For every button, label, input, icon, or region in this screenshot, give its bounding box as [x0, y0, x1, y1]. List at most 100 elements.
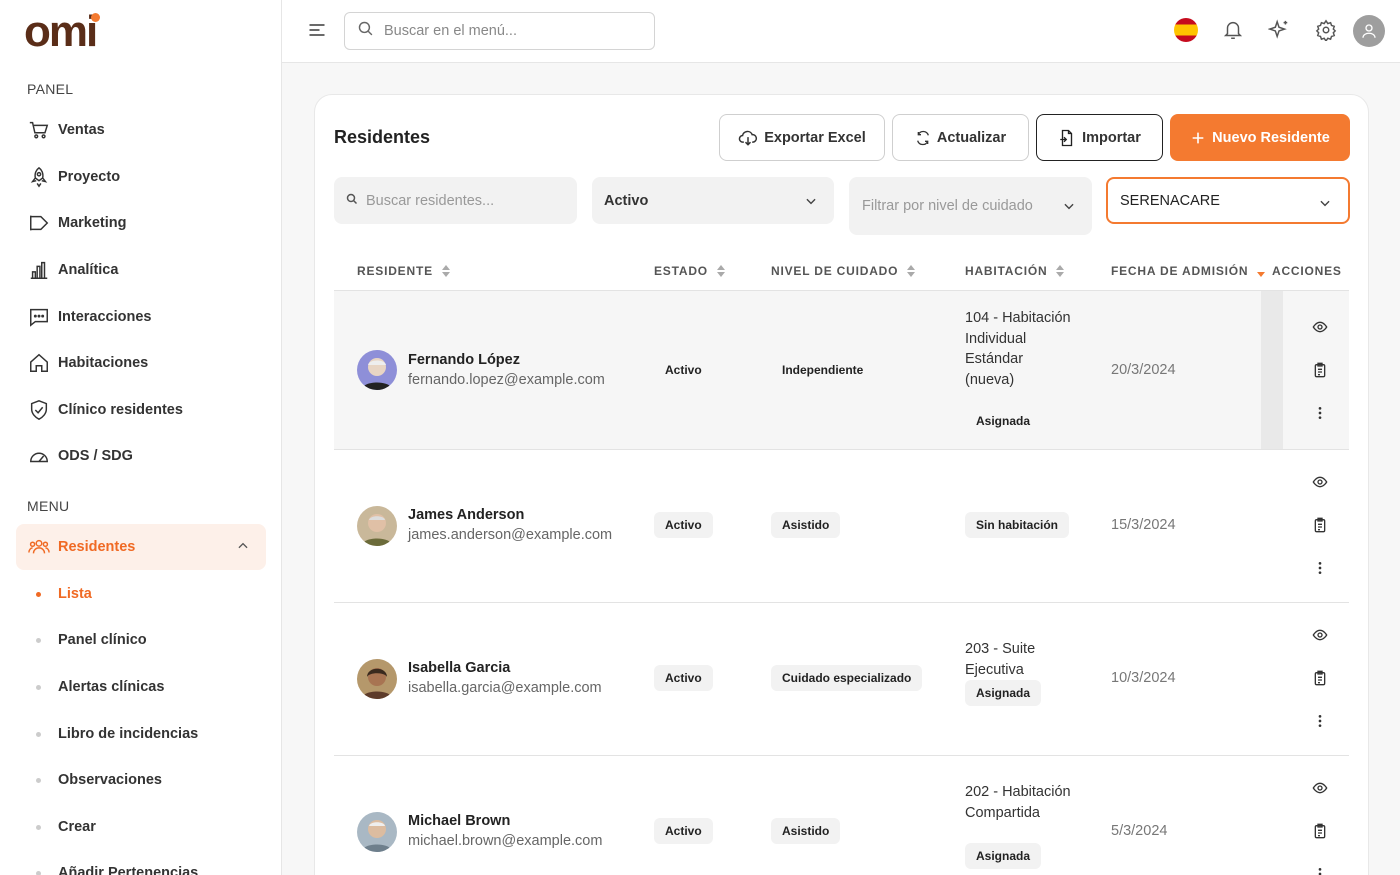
sidebar-item-proyecto[interactable]: Proyecto: [16, 154, 266, 200]
sidebar-subitem-label: Añadir Pertenencias: [58, 865, 199, 875]
clipboard-icon[interactable]: [1309, 359, 1331, 381]
logo-dot: [91, 13, 100, 22]
table-row[interactable]: Fernando López fernando.lopez@example.co…: [334, 291, 1349, 450]
resident-email: fernando.lopez@example.com: [408, 372, 605, 388]
hamburger-menu-icon[interactable]: [307, 20, 327, 45]
sidebar-item-label: Analítica: [58, 262, 119, 278]
eye-icon[interactable]: [1309, 624, 1331, 646]
avatar: [357, 350, 397, 390]
column-header-label: ESTADO: [654, 264, 708, 278]
topbar: [282, 0, 1400, 63]
bullet-icon: [36, 591, 41, 597]
column-header-admission-date[interactable]: FECHA DE ADMISIÓN: [1111, 264, 1266, 278]
sidebar-subitem-lista[interactable]: Lista: [16, 574, 266, 614]
gear-icon[interactable]: [1312, 16, 1340, 44]
sort-icon: [716, 265, 726, 277]
language-flag-icon[interactable]: [1172, 16, 1200, 44]
sidebar-subitem-label: Libro de incidencias: [58, 726, 199, 742]
column-header-status[interactable]: ESTADO: [654, 264, 726, 278]
care-level-badge: Cuidado especializado: [771, 665, 923, 691]
clipboard-icon[interactable]: [1309, 514, 1331, 536]
column-header-resident[interactable]: RESIDENTE: [357, 264, 451, 278]
import-button[interactable]: Importar: [1036, 114, 1163, 161]
care-level-badge: Asistido: [771, 818, 841, 844]
more-vertical-icon[interactable]: [1309, 710, 1331, 732]
status-filter-select[interactable]: Activo: [592, 177, 834, 224]
table-row[interactable]: Isabella Garcia isabella.garcia@example.…: [334, 603, 1349, 756]
scroll-shade: [1261, 291, 1283, 449]
resident-name[interactable]: Fernando López: [408, 352, 520, 368]
sidebar-item-label: Habitaciones: [58, 355, 149, 371]
status-badge: Activo: [654, 512, 713, 538]
more-vertical-icon[interactable]: [1309, 402, 1331, 424]
sidebar-item-interacciones[interactable]: Interacciones: [16, 294, 266, 340]
sidebar-subitem-alertas-clinicas[interactable]: Alertas clínicas: [16, 667, 266, 707]
sidebar-item-ventas[interactable]: Ventas: [16, 107, 266, 153]
sidebar-subitem-panel-clinico[interactable]: Panel clínico: [16, 620, 266, 660]
section-label-panel: PANEL: [27, 81, 74, 97]
table-row[interactable]: James Anderson james.anderson@example.co…: [334, 450, 1349, 603]
clipboard-icon[interactable]: [1309, 667, 1331, 689]
eye-icon[interactable]: [1309, 316, 1331, 338]
room-name: 203 - Suite Ejecutiva: [965, 641, 1036, 678]
residents-card: Residentes Exportar Excel Actualizar Imp…: [314, 94, 1369, 875]
resident-name[interactable]: James Anderson: [408, 507, 524, 523]
menu-search[interactable]: [344, 12, 655, 50]
refresh-icon: [915, 130, 931, 146]
more-vertical-icon[interactable]: [1309, 863, 1331, 875]
cart-icon: [28, 119, 50, 141]
file-import-icon: [1058, 129, 1076, 147]
status-badge: Activo: [654, 665, 713, 691]
sidebar-subitem-libro-incidencias[interactable]: Libro de incidencias: [16, 714, 266, 754]
resident-search-input[interactable]: [366, 192, 566, 209]
room-name: 202 - Habitación Compartida: [965, 784, 1071, 821]
sidebar-item-residentes[interactable]: Residentes: [16, 524, 266, 570]
column-header-care-level[interactable]: NIVEL DE CUIDADO: [771, 264, 916, 278]
sort-icon: [906, 265, 916, 277]
resident-email: isabella.garcia@example.com: [408, 680, 602, 696]
chevron-down-icon: [804, 194, 818, 212]
sidebar-item-habitaciones[interactable]: Habitaciones: [16, 340, 266, 386]
export-excel-label: Exportar Excel: [764, 129, 866, 146]
resident-name[interactable]: Michael Brown: [408, 813, 510, 829]
eye-icon[interactable]: [1309, 777, 1331, 799]
sidebar-subitem-anadir-pertenencias[interactable]: Añadir Pertenencias: [16, 853, 266, 875]
more-vertical-icon[interactable]: [1309, 557, 1331, 579]
column-header-room[interactable]: HABITACIÓN: [965, 264, 1065, 278]
status-badge: Activo: [665, 363, 702, 377]
table-row[interactable]: Michael Brown michael.brown@example.com …: [334, 756, 1349, 875]
eye-icon[interactable]: [1309, 471, 1331, 493]
resident-search[interactable]: [334, 177, 577, 224]
sparkles-icon[interactable]: [1265, 16, 1293, 44]
sidebar-subitem-observaciones[interactable]: Observaciones: [16, 760, 266, 800]
export-excel-button[interactable]: Exportar Excel: [719, 114, 885, 161]
sidebar-item-ods-sdg[interactable]: ODS / SDG: [16, 433, 266, 479]
resident-name[interactable]: Isabella Garcia: [408, 660, 510, 676]
rocket-icon: [28, 166, 50, 188]
omi-logo[interactable]: omi: [24, 10, 100, 54]
sidebar: omi PANEL Ventas Proyecto Marketing Anal…: [0, 0, 282, 875]
sidebar-item-clinico-residentes[interactable]: Clínico residentes: [16, 387, 266, 433]
cloud-download-icon: [738, 128, 758, 148]
user-avatar[interactable]: [1353, 15, 1385, 47]
care-level-filter-placeholder: Filtrar por nivel de cuidado: [862, 198, 1033, 214]
avatar: [357, 659, 397, 699]
sidebar-subitem-label: Lista: [58, 586, 92, 602]
bar-chart-icon: [28, 259, 50, 281]
users-icon: [28, 536, 50, 558]
sidebar-item-marketing[interactable]: Marketing: [16, 200, 266, 246]
sidebar-subitem-label: Alertas clínicas: [58, 679, 165, 695]
sidebar-item-label: Clínico residentes: [58, 402, 183, 418]
clipboard-icon[interactable]: [1309, 820, 1331, 842]
sidebar-item-analitica[interactable]: Analítica: [16, 247, 266, 293]
avatar: [357, 812, 397, 852]
bullet-icon: [36, 684, 41, 690]
new-resident-button[interactable]: Nuevo Residente: [1170, 114, 1350, 161]
refresh-button[interactable]: Actualizar: [892, 114, 1029, 161]
sidebar-subitem-crear[interactable]: Crear: [16, 807, 266, 847]
facility-filter-select[interactable]: SERENACARE: [1106, 177, 1350, 224]
menu-search-input[interactable]: [384, 23, 634, 39]
bell-icon[interactable]: [1219, 16, 1247, 44]
care-level-filter-select[interactable]: Filtrar por nivel de cuidado: [849, 177, 1092, 235]
page-title: Residentes: [334, 127, 431, 147]
